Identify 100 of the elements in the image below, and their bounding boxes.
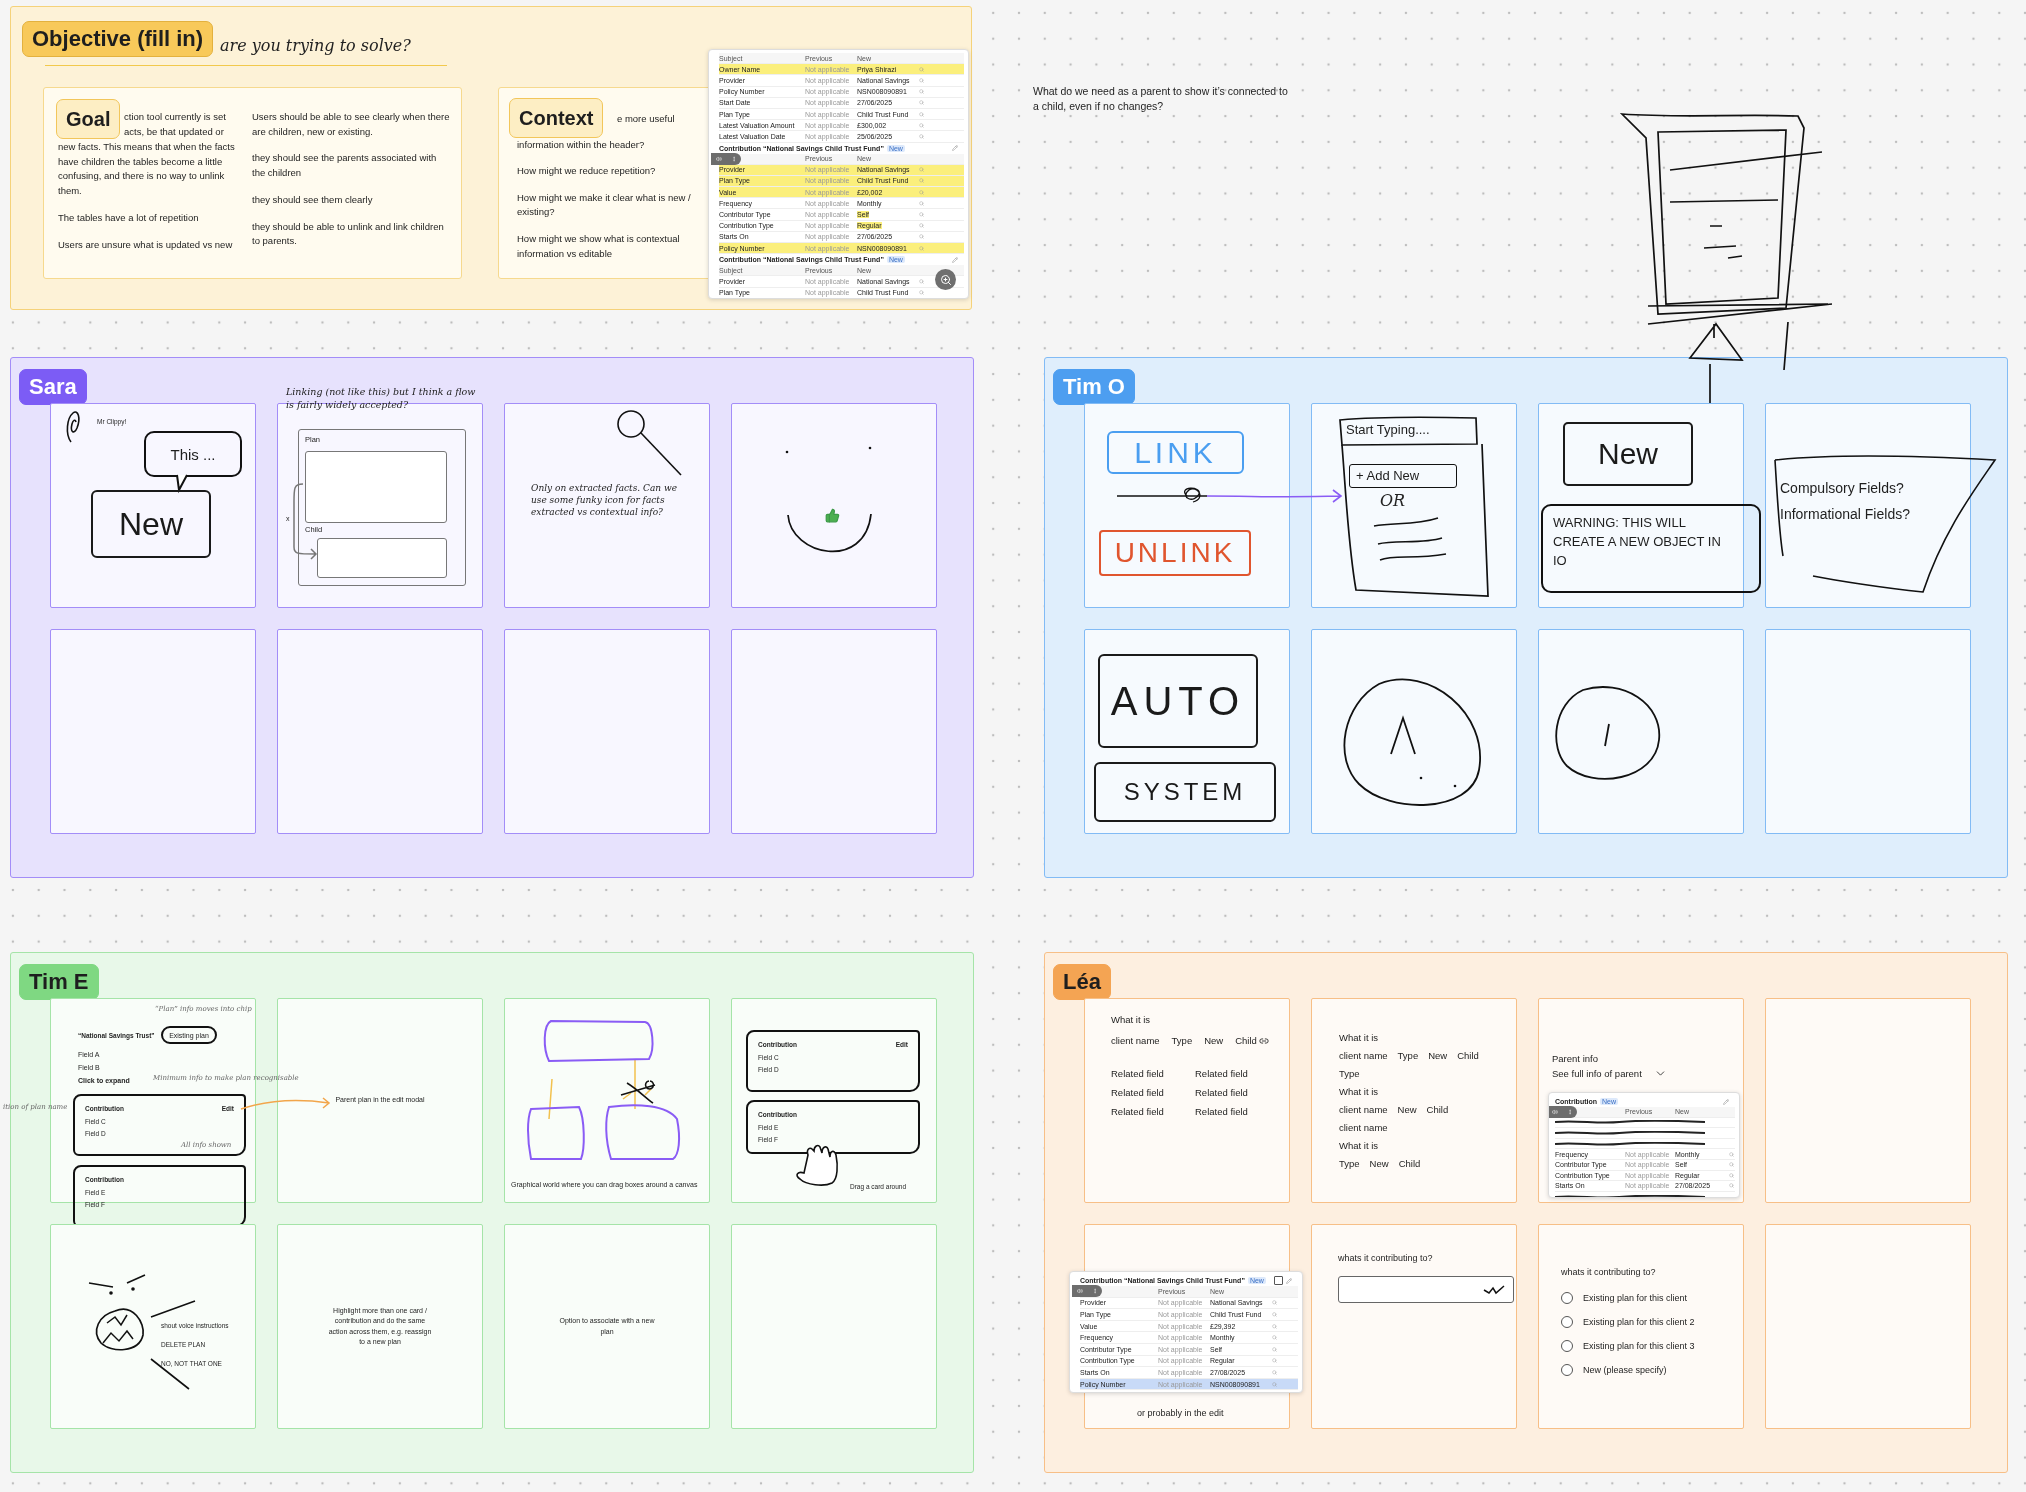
search-icon[interactable] [919,290,924,296]
search-icon[interactable] [1729,1172,1734,1178]
goal-text: Users should be able to see clearly when there are children, new or existing. [252,110,451,139]
search-icon[interactable] [1729,1183,1734,1189]
field-label: client name [1339,1122,1388,1133]
search-icon[interactable] [919,167,924,173]
search-icon[interactable] [919,66,924,72]
arrow-icon [241,1097,333,1111]
speaker-icon [1076,1288,1083,1294]
search-icon[interactable] [919,212,924,218]
magnifier-drawing [617,409,683,477]
more-icon [1091,1288,1098,1294]
radio-option[interactable]: Existing plan for this client 2 [1561,1316,1695,1328]
search-icon[interactable] [1272,1369,1277,1375]
sketch-label: Compulsory Fields? [1780,479,1905,498]
search-icon[interactable] [1272,1381,1277,1387]
field-label: Related field [1195,1068,1249,1079]
search-icon[interactable] [919,234,924,240]
sticky-title: Goal [56,99,121,139]
radio-option[interactable]: Existing plan for this client [1561,1292,1688,1304]
speech-tail-icon [176,475,188,491]
speaker-icon [715,155,722,162]
unlink-button-sketch: UNLINK [1099,530,1251,576]
section-title: Objective (fill in) [22,21,214,57]
search-icon[interactable] [919,111,924,117]
field-label: Related field [1111,1106,1165,1117]
search-icon[interactable] [919,245,924,251]
section-label: Tim E [19,964,99,1000]
question-text: What do we need as a parent to show it’s connected to a child, even if no changes? [1033,84,1289,115]
context-text: information within the header? [517,138,645,152]
field-label: New [1204,1035,1224,1046]
sketch-box: SYSTEM [1094,762,1276,822]
field-label: What it is [1339,1032,1379,1043]
goal-text: they should see the parents associated with the children [252,151,438,181]
radio-button[interactable] [1561,1364,1573,1376]
search-icon[interactable] [919,178,924,184]
search-icon[interactable] [1272,1312,1277,1317]
radio-button[interactable] [1561,1316,1573,1328]
search-icon[interactable] [1272,1346,1277,1352]
goal-text: ction tool currently is set [124,110,227,124]
link-button-sketch: LINK [1107,431,1244,474]
question-text: How might we reduce repetition? [517,164,657,178]
question-label: whats it contributing to? [1338,1252,1433,1265]
radio-option[interactable]: New (please specify) [1561,1364,1667,1376]
question-label: whats it contributing to? [1561,1266,1656,1279]
search-icon[interactable] [919,77,924,83]
more-icon [1566,1109,1573,1115]
audio-pill[interactable] [1072,1285,1102,1297]
field-label: Type [1397,1050,1419,1061]
edit-icon[interactable] [1723,1098,1729,1105]
field-label: Type [1171,1035,1193,1046]
caption: or probably in the edit [1137,1407,1224,1420]
radio-button[interactable] [1561,1292,1573,1304]
goal-text: The tables have a lot of repetition [58,210,200,225]
section-label: Léa [1053,964,1111,1000]
sketch-box: AUTO [1098,654,1258,748]
search-icon[interactable] [1272,1358,1277,1364]
search-icon[interactable] [1272,1323,1277,1329]
dropdown-field[interactable] [1338,1276,1514,1303]
search-icon[interactable] [919,200,924,206]
option-label: + Add New [1356,467,1420,485]
field-label: What it is [1111,1014,1151,1025]
search-icon[interactable] [919,189,924,195]
search-icon[interactable] [919,133,924,139]
speech-bubble: This ... [144,431,242,477]
thumbs-up-icon [825,508,840,523]
search-icon[interactable] [919,100,924,106]
edit-icon[interactable] [952,145,958,151]
field-label: Related field [1111,1068,1165,1079]
section-label: Sara [19,369,87,405]
radio-button[interactable] [1561,1340,1573,1352]
checkbox[interactable] [1274,1276,1283,1285]
field-label: New [1397,1104,1417,1115]
context-text: e more useful [617,112,675,126]
sketch-box: New [91,490,211,558]
search-icon[interactable] [919,278,924,284]
search-icon[interactable] [919,89,924,95]
goal-text: they should be able to unlink and link children to parents. [252,219,445,249]
goal-text: Users are unsure what is updated vs new [58,237,234,252]
field-label: Child [1457,1050,1479,1061]
field-label: Type [1339,1068,1360,1079]
search-icon[interactable] [1729,1151,1734,1157]
search-icon[interactable] [919,122,924,128]
expand-link[interactable]: See full info of parent [1552,1067,1667,1080]
search-icon[interactable] [1272,1335,1277,1341]
question-text: How might we show what is contextual information vs editable [517,232,681,261]
question-text: How might we make it clear what is new / existing? [517,190,692,220]
field-label: client name [1339,1104,1388,1115]
field-label: New [1428,1050,1448,1061]
audio-pill[interactable] [711,152,741,165]
field-label: Child [1398,1158,1421,1169]
search-icon[interactable] [1729,1162,1734,1168]
check-icon [1483,1284,1505,1295]
more-icon [730,155,737,162]
audio-pill[interactable] [1549,1106,1577,1118]
edit-icon[interactable] [952,256,958,263]
search-icon[interactable] [919,223,924,229]
radio-option[interactable]: Existing plan for this client 3 [1561,1340,1695,1352]
search-icon[interactable] [1272,1300,1277,1306]
edit-icon[interactable] [1286,1277,1292,1284]
